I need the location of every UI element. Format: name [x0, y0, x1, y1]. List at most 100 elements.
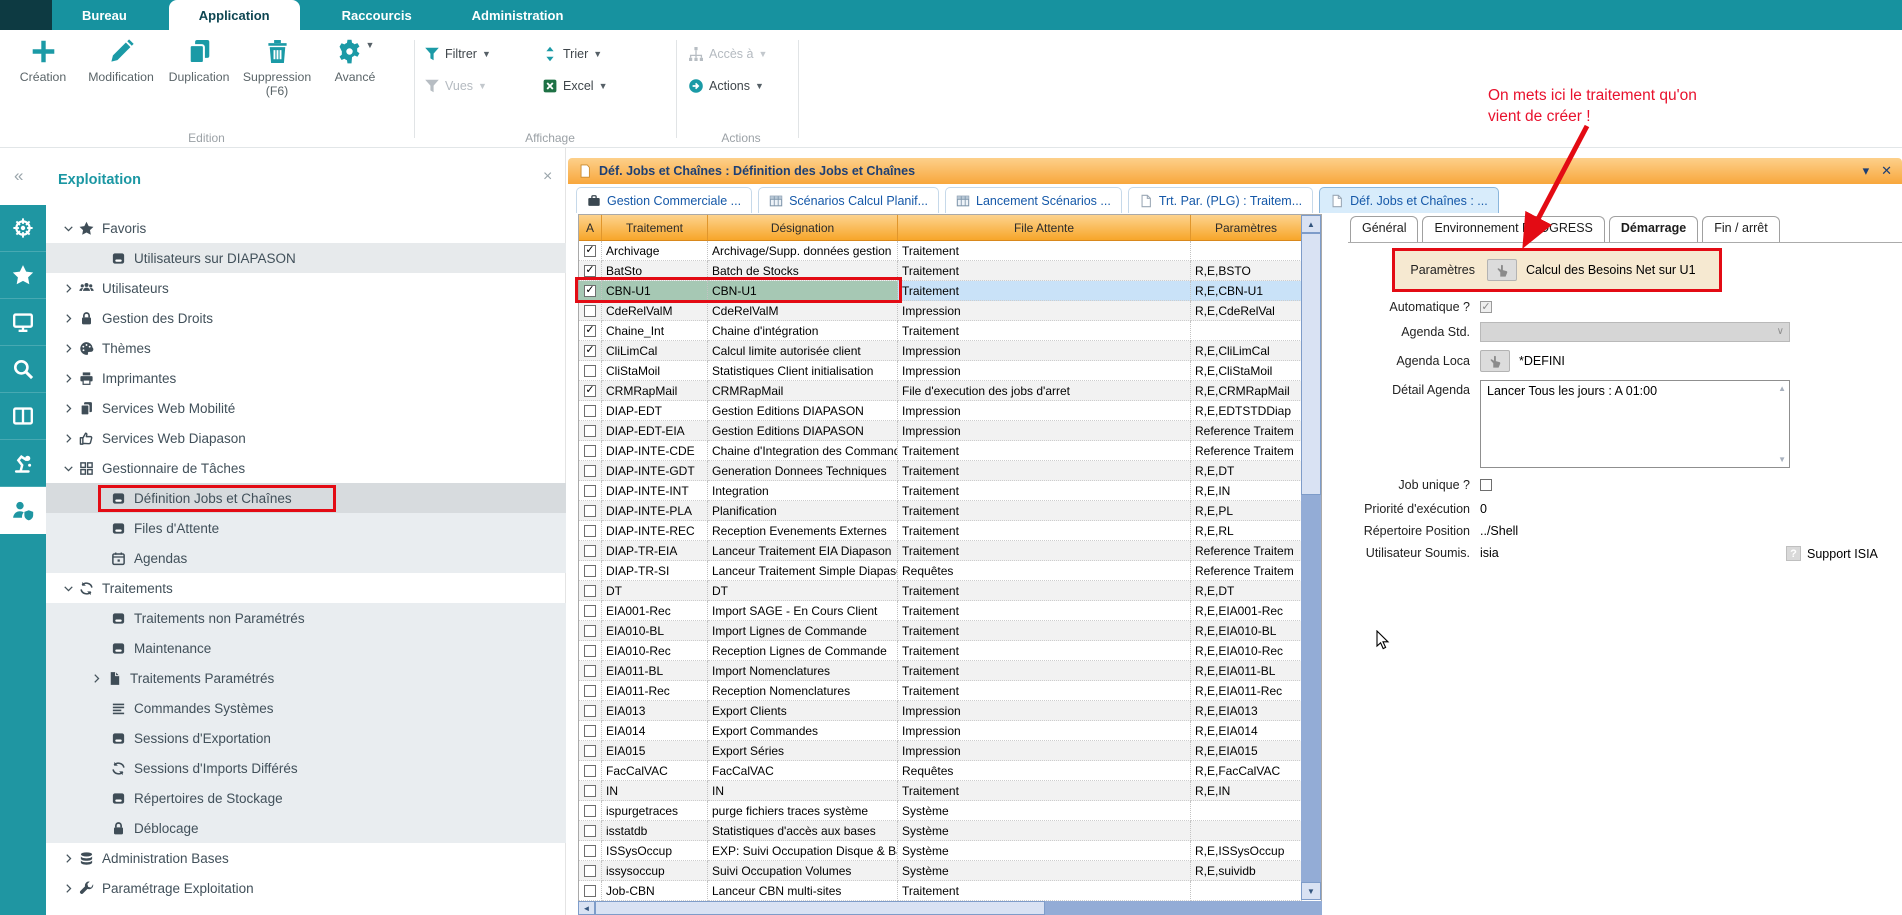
table-row-eia001-rec[interactable]: EIA001-RecImport SAGE - En Cours ClientT…: [579, 601, 1321, 621]
sidebar-close-icon[interactable]: ×: [543, 168, 552, 186]
sidebar-item-sessions-d-exportation[interactable]: Sessions d'Exportation: [46, 723, 566, 753]
chevron-down-icon[interactable]: [60, 223, 76, 234]
column-header-désignation[interactable]: Désignation: [708, 215, 898, 241]
rail-item-star[interactable]: [0, 252, 46, 299]
row-checkbox[interactable]: [584, 465, 596, 477]
row-checkbox[interactable]: [584, 845, 596, 857]
row-checkbox[interactable]: [584, 685, 596, 697]
row-checkbox[interactable]: ✓: [584, 345, 596, 357]
table-row-batsto[interactable]: ✓BatStoBatch de StocksTraitementR,E,BSTO: [579, 261, 1321, 281]
row-checkbox[interactable]: ✓: [584, 285, 596, 297]
row-checkbox[interactable]: [584, 365, 596, 377]
column-header-a[interactable]: A: [579, 215, 602, 241]
row-checkbox[interactable]: [584, 645, 596, 657]
row-checkbox[interactable]: [584, 725, 596, 737]
detail-tab-fin-arr-t[interactable]: Fin / arrêt: [1702, 216, 1780, 243]
table-row-crmrapmail[interactable]: ✓CRMRapMailCRMRapMailFile d'execution de…: [579, 381, 1321, 401]
caret-down-icon[interactable]: ▼: [366, 40, 375, 50]
caret-down-icon[interactable]: ▼: [593, 49, 602, 59]
chevron-right-icon[interactable]: [60, 403, 76, 414]
chevron-right-icon[interactable]: [60, 853, 76, 864]
window-minimize-icon[interactable]: ▾: [1863, 163, 1870, 179]
table-row-diap-edt-eia[interactable]: DIAP-EDT-EIAGestion Editions DIAPASONImp…: [579, 421, 1321, 441]
table-row-eia010-bl[interactable]: EIA010-BLImport Lignes de CommandeTraite…: [579, 621, 1321, 641]
ribbon-tab-bureau[interactable]: Bureau: [52, 0, 157, 30]
sidebar-item-traitements[interactable]: Traitements: [46, 573, 566, 603]
row-checkbox[interactable]: [584, 805, 596, 817]
toolbar-button-création[interactable]: Création: [4, 38, 82, 98]
table-row-diap-inte-int[interactable]: DIAP-INTE-INTIntegrationTraitementR,E,IN: [579, 481, 1321, 501]
chevron-right-icon[interactable]: [60, 343, 76, 354]
toolbar-button-trier[interactable]: Trier▼: [542, 46, 660, 62]
sidebar-item-favoris[interactable]: Favoris: [46, 213, 566, 243]
agenda-std-dropdown[interactable]: ∨: [1480, 322, 1790, 342]
column-header-paramètres[interactable]: Paramètres: [1191, 215, 1302, 241]
chevron-right-icon[interactable]: [60, 433, 76, 444]
sidebar-item-services-web-diapason[interactable]: Services Web Diapason: [46, 423, 566, 453]
row-checkbox[interactable]: ✓: [584, 325, 596, 337]
sidebar-item-utilisateurs-sur-diapason[interactable]: Utilisateurs sur DIAPASON: [46, 243, 566, 273]
column-header-file-attente[interactable]: File Attente: [898, 215, 1191, 241]
row-checkbox[interactable]: [584, 425, 596, 437]
table-row-ispurgetraces[interactable]: ispurgetracespurge fichiers traces systè…: [579, 801, 1321, 821]
row-checkbox[interactable]: [584, 405, 596, 417]
ribbon-tab-raccourcis[interactable]: Raccourcis: [312, 0, 442, 30]
window-tab[interactable]: Lancement Scénarios ...: [945, 187, 1122, 213]
row-checkbox[interactable]: ✓: [584, 265, 596, 277]
toolbar-button-modification[interactable]: Modification: [82, 38, 160, 98]
hand-picker-button[interactable]: [1480, 350, 1510, 372]
sidebar-item-utilisateurs[interactable]: Utilisateurs: [46, 273, 566, 303]
sidebar-item-d-blocage[interactable]: Déblocage: [46, 813, 566, 843]
row-checkbox[interactable]: [584, 825, 596, 837]
detail-tab-d-marrage[interactable]: Démarrage: [1609, 216, 1698, 243]
table-row-eia011-bl[interactable]: EIA011-BLImport NomenclaturesTraitementR…: [579, 661, 1321, 681]
row-checkbox[interactable]: [584, 445, 596, 457]
table-row-eia011-rec[interactable]: EIA011-RecReception NomenclaturesTraitem…: [579, 681, 1321, 701]
window-close-icon[interactable]: ✕: [1881, 163, 1892, 179]
table-row-cderelvalm[interactable]: CdeRelValMCdeRelValMImpressionR,E,CdeRel…: [579, 301, 1321, 321]
chevron-right-icon[interactable]: [60, 373, 76, 384]
scroll-up-icon[interactable]: ▲: [1301, 215, 1321, 233]
row-checkbox[interactable]: [584, 305, 596, 317]
sidebar-item-gestion-des-droits[interactable]: Gestion des Droits: [46, 303, 566, 333]
sidebar-item-agendas[interactable]: Agendas: [46, 543, 566, 573]
table-row-issysoccup[interactable]: issysoccupSuivi Occupation VolumesSystèm…: [579, 861, 1321, 881]
scroll-left-icon[interactable]: ◄: [578, 901, 595, 915]
row-checkbox[interactable]: [584, 865, 596, 877]
row-checkbox[interactable]: [584, 765, 596, 777]
chevron-down-icon[interactable]: [60, 463, 76, 474]
caret-down-icon[interactable]: ▼: [755, 81, 764, 91]
chevron-right-icon[interactable]: [60, 313, 76, 324]
table-row-issysoccup[interactable]: ISSysOccupEXP: Suivi Occupation Disque &…: [579, 841, 1321, 861]
row-checkbox[interactable]: [584, 785, 596, 797]
chevron-down-icon[interactable]: [60, 583, 76, 594]
sidebar-item-files-d-attente[interactable]: Files d'Attente: [46, 513, 566, 543]
sidebar-item-maintenance[interactable]: Maintenance: [46, 633, 566, 663]
column-header-traitement[interactable]: Traitement: [602, 215, 708, 241]
table-row-diap-edt[interactable]: DIAP-EDTGestion Editions DIAPASONImpress…: [579, 401, 1321, 421]
table-row-cbn-u1[interactable]: ✓CBN-U1CBN-U1TraitementR,E,CBN-U1: [579, 281, 1321, 301]
sidebar-item-th-mes[interactable]: Thèmes: [46, 333, 566, 363]
table-row-clilimcal[interactable]: ✓CliLimCalCalcul limite autorisée client…: [579, 341, 1321, 361]
job-unique-checkbox[interactable]: [1480, 479, 1492, 491]
row-checkbox[interactable]: ✓: [584, 245, 596, 257]
row-checkbox[interactable]: [584, 665, 596, 677]
toolbar-button-actions[interactable]: Actions▼: [688, 78, 794, 94]
table-row-diap-tr-si[interactable]: DIAP-TR-SILanceur Traitement Simple Diap…: [579, 561, 1321, 581]
chevron-right-icon[interactable]: [60, 883, 76, 894]
window-tab[interactable]: Trt. Par. (PLG) : Traitem...: [1128, 187, 1313, 213]
detail-tab-g-n-ral[interactable]: Général: [1350, 216, 1418, 243]
rail-item-helm[interactable]: [0, 205, 46, 252]
window-tab[interactable]: Scénarios Calcul Planif...: [758, 187, 939, 213]
row-checkbox[interactable]: [584, 565, 596, 577]
detail-agenda-textarea[interactable]: Lancer Tous les jours : A 01:00 ▲ ▼: [1480, 380, 1790, 468]
table-row-diap-inte-rec[interactable]: DIAP-INTE-RECReception Evenements Extern…: [579, 521, 1321, 541]
row-checkbox[interactable]: [584, 625, 596, 637]
table-row-eia010-rec[interactable]: EIA010-RecReception Lignes de CommandeTr…: [579, 641, 1321, 661]
row-checkbox[interactable]: ✓: [584, 385, 596, 397]
horizontal-scrollbar-thumb[interactable]: [595, 901, 1045, 915]
horizontal-scrollbar[interactable]: ◄: [578, 901, 1322, 915]
row-checkbox[interactable]: [584, 745, 596, 757]
ribbon-tab-application[interactable]: Application: [169, 0, 300, 30]
sidebar-item-commandes-syst-mes[interactable]: Commandes Systèmes: [46, 693, 566, 723]
